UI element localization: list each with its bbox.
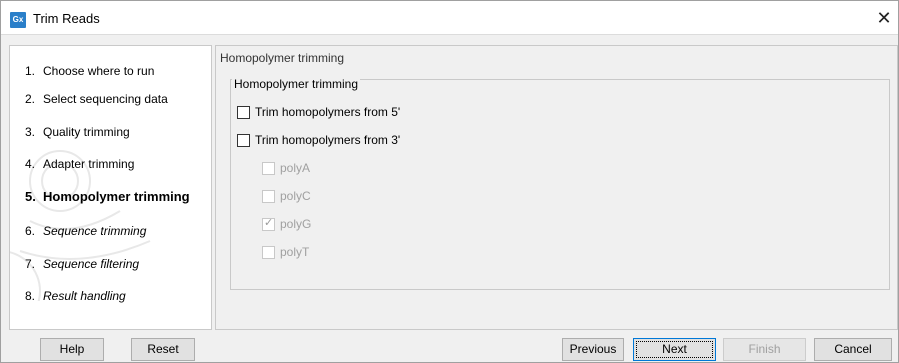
wizard-step: 3. Quality trimming: [25, 125, 130, 139]
dialog-window: Gx Trim Reads ✕ 1. Choose where to run 2. S…: [0, 0, 899, 363]
groupbox-title: Homopolymer trimming: [232, 77, 361, 91]
wizard-step: 8. Result handling: [25, 289, 126, 303]
close-icon[interactable]: ✕: [872, 6, 896, 30]
cancel-button[interactable]: Cancel: [814, 338, 892, 361]
polya-label: polyA: [280, 161, 311, 175]
wizard-step-label: Sequence trimming: [43, 224, 147, 238]
polyt-option[interactable]: polyT: [262, 245, 309, 259]
trim-5-prime-checkbox[interactable]: [237, 105, 250, 119]
wizard-step: 4. Adapter trimming: [25, 157, 134, 171]
wizard-step-number: 2.: [25, 92, 36, 106]
options-panel: Homopolymer trimming Homopolymer trimmin…: [215, 45, 898, 330]
previous-button[interactable]: Previous: [562, 338, 624, 361]
trim-3-prime-checkbox[interactable]: [237, 133, 250, 147]
polyc-option[interactable]: polyC: [262, 189, 311, 203]
help-button[interactable]: Help: [40, 338, 104, 361]
wizard-step-label: Sequence filtering: [43, 257, 140, 271]
trim-3-prime-option[interactable]: Trim homopolymers from 3': [237, 133, 400, 147]
wizard-step-number: 4.: [25, 157, 36, 171]
wizard-step-number: 7.: [25, 257, 36, 271]
wizard-step-number: 6.: [25, 224, 36, 238]
section-header: Homopolymer trimming: [220, 51, 345, 65]
polya-checkbox[interactable]: [262, 161, 275, 175]
polyc-label: polyC: [280, 189, 311, 203]
check-icon: ✓: [264, 216, 274, 229]
next-button-label: Next: [636, 341, 713, 358]
wizard-step-label: Result handling: [43, 289, 126, 303]
wizard-step: 1. Choose where to run: [25, 64, 154, 78]
wizard-step-number: 8.: [25, 289, 36, 303]
wizard-step: 6. Sequence trimming: [25, 224, 146, 238]
polyc-checkbox[interactable]: [262, 189, 275, 203]
window-title: Trim Reads: [33, 11, 100, 26]
wizard-steps-sidebar: 1. Choose where to run 2. Select sequencing…: [9, 45, 212, 330]
polyt-checkbox[interactable]: [262, 245, 275, 259]
wizard-step-label: Quality trimming: [43, 125, 130, 139]
polyg-checkbox[interactable]: ✓: [262, 216, 275, 231]
reset-button[interactable]: Reset: [131, 338, 195, 361]
polyg-label: polyG: [280, 217, 312, 231]
wizard-step: 7. Sequence filtering: [25, 257, 139, 271]
next-button[interactable]: Next: [633, 338, 716, 361]
wizard-step-label: Choose where to run: [43, 64, 155, 78]
polya-option[interactable]: polyA: [262, 161, 310, 175]
app-logo-icon: Gx: [10, 12, 26, 28]
trim-5-prime-label: Trim homopolymers from 5': [255, 105, 401, 119]
title-bar: Gx Trim Reads ✕: [1, 1, 898, 35]
polyt-label: polyT: [280, 245, 310, 259]
trim-3-prime-label: Trim homopolymers from 3': [255, 133, 401, 147]
wizard-step-number: 5.: [25, 189, 36, 204]
trim-5-prime-option[interactable]: Trim homopolymers from 5': [237, 105, 400, 119]
wizard-step-number: 3.: [25, 125, 36, 139]
wizard-step-label: Adapter trimming: [43, 157, 135, 171]
wizard-step-number: 1.: [25, 64, 36, 78]
wizard-step-label: Homopolymer trimming: [43, 189, 190, 204]
wizard-step: 2. Select sequencing data: [25, 92, 168, 106]
wizard-step: 5. Homopolymer trimming: [25, 189, 190, 204]
polyg-option[interactable]: ✓ polyG: [262, 217, 311, 231]
wizard-step-label: Select sequencing data: [43, 92, 168, 106]
finish-button[interactable]: Finish: [723, 338, 806, 361]
